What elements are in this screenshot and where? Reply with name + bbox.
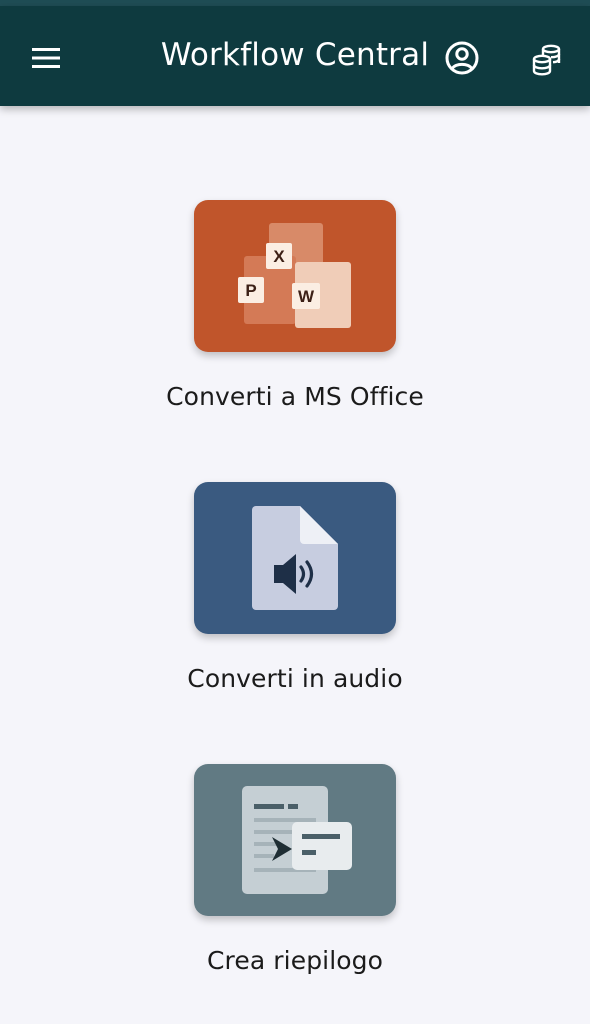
powerpoint-badge-letter: P bbox=[245, 281, 256, 300]
app-title: Workflow Central bbox=[160, 37, 430, 73]
convert-audio-label: Converti in audio bbox=[187, 664, 403, 693]
account-circle-icon bbox=[445, 41, 479, 75]
create-summary-label: Crea riepilogo bbox=[206, 946, 384, 975]
action-convert-ms-office[interactable]: X P W Converti a MS Office bbox=[0, 200, 590, 411]
create-summary-tile[interactable] bbox=[194, 764, 396, 916]
credits-button[interactable] bbox=[527, 40, 567, 80]
summary-document-icon bbox=[242, 786, 352, 894]
convert-ms-office-tile[interactable]: X P W bbox=[194, 200, 396, 352]
word-badge-letter: W bbox=[298, 287, 315, 306]
app-bar: Workflow Central bbox=[0, 6, 590, 106]
coin-stack-icon bbox=[532, 44, 561, 76]
audio-file-icon bbox=[252, 506, 338, 610]
account-button[interactable] bbox=[442, 38, 482, 78]
action-create-summary[interactable]: Crea riepilogo bbox=[0, 764, 590, 975]
convert-ms-office-label: Converti a MS Office bbox=[166, 382, 424, 411]
action-convert-audio[interactable]: Converti in audio bbox=[0, 482, 590, 693]
excel-badge-letter: X bbox=[273, 247, 285, 266]
convert-audio-tile[interactable] bbox=[194, 482, 396, 634]
ms-office-docs-icon: X P W bbox=[238, 223, 351, 328]
